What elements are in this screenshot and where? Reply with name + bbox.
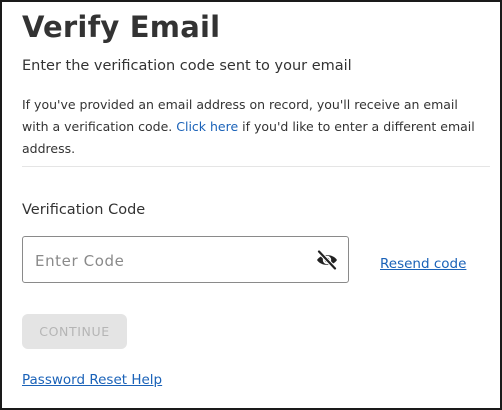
eye-slash-icon[interactable] [315,249,339,271]
password-reset-help-link[interactable]: Password Reset Help [22,372,162,388]
verification-code-label: Verification Code [22,202,146,218]
page-title: Verify Email [22,10,221,44]
change-email-link[interactable]: Click here [176,119,238,134]
verification-code-input[interactable] [33,249,307,273]
divider [22,166,490,167]
page-subtitle: Enter the verification code sent to your… [22,58,352,74]
verification-code-field[interactable] [22,236,349,283]
verify-email-panel: Verify Email Enter the verification code… [0,0,502,410]
description-text: If you've provided an email address on r… [22,94,487,160]
continue-button[interactable]: CONTINUE [22,314,127,349]
resend-code-link[interactable]: Resend code [380,256,466,272]
